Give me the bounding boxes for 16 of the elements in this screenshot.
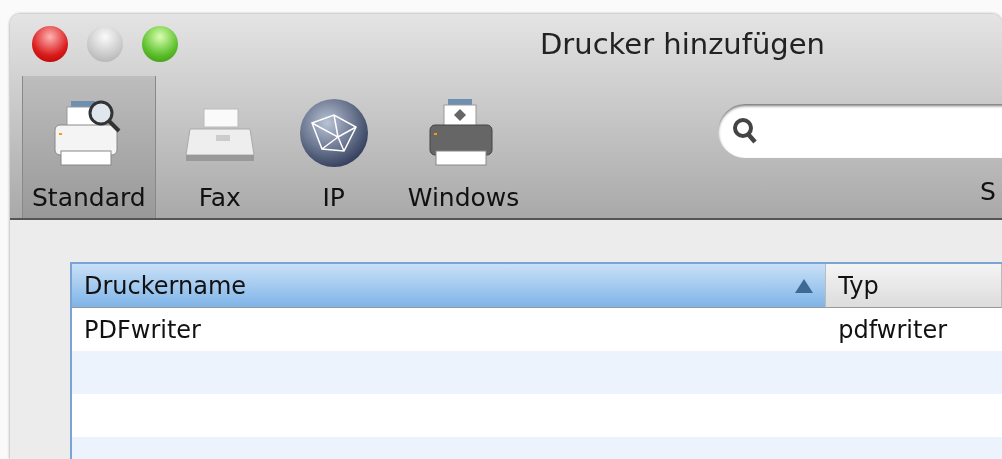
search-icon <box>732 117 758 145</box>
toolbar-tab[interactable]: Windows <box>397 76 530 218</box>
table-cell-text: PDFwriter <box>83 315 202 344</box>
toolbar-tab[interactable]: IP <box>283 76 384 218</box>
close-button[interactable] <box>32 26 68 62</box>
window-title: Drucker hinzufügen <box>540 27 825 61</box>
column-header-label: Druckername <box>84 271 247 300</box>
zoom-button[interactable] <box>142 26 178 62</box>
column-header[interactable]: Druckername <box>72 264 827 308</box>
toolbar-tab[interactable]: Standard <box>22 76 156 218</box>
sort-ascending-icon <box>795 278 814 293</box>
toolbar-tab[interactable]: Fax <box>169 76 270 218</box>
table-cell-text: pdfwriter <box>837 315 949 344</box>
column-header-label: Typ <box>838 271 879 300</box>
column-header[interactable]: Typ <box>826 264 1002 308</box>
search-label: S <box>980 177 996 206</box>
